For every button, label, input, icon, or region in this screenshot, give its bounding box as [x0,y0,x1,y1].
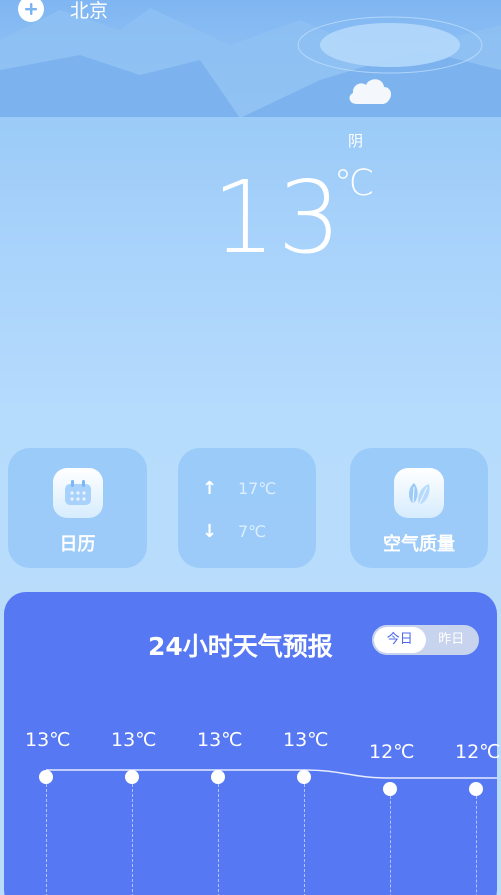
hourly-temp: 12℃ [369,741,415,763]
temperature-unit: ℃ [334,163,375,204]
leaf-icon [394,468,444,518]
weather-condition: 阴 [348,132,364,150]
add-city-button[interactable] [18,0,44,22]
current-temperature: 13 [212,159,344,276]
hourly-point [39,770,53,784]
air-quality-label: 空气质量 [383,534,455,555]
hourly-point [297,770,311,784]
hourly-temp: 13℃ [197,729,243,751]
hourly-temp: 13℃ [283,729,329,751]
app-header: 北京 [18,0,108,26]
city-name[interactable]: 北京 [70,0,108,23]
hourly-guide-line [390,796,391,895]
arrow-down-icon: ↓ [202,521,218,542]
hourly-guide-line [304,784,305,895]
hourly-guide-line [476,796,477,895]
high-temp-row: ↑ 17℃ [202,478,276,499]
plus-icon [25,3,37,15]
high-temp: 17℃ [238,479,277,498]
hourly-forecast-panel: 24小时天气预报 今日 昨日 13℃ 13℃ 13℃ 13℃ 12℃ 12℃ [4,592,501,895]
cloud-icon [345,72,393,106]
low-temp-row: ↓ 7℃ [202,521,266,542]
calendar-card[interactable]: 日历 [8,448,147,568]
hourly-point [383,782,397,796]
hourly-temp: 13℃ [25,729,71,751]
quick-cards: 日历 ↑ 17℃ ↓ 7℃ 空气质量 [0,448,501,568]
hourly-temp: 13℃ [111,729,157,751]
hourly-temp: 12℃ [455,741,501,763]
temperature-range-card: ↑ 17℃ ↓ 7℃ [178,448,316,568]
calendar-label: 日历 [59,534,96,555]
hourly-guide-line [46,784,47,895]
hourly-guide-line [218,784,219,895]
hourly-point [469,782,483,796]
hourly-point [211,770,225,784]
air-quality-card[interactable]: 空气质量 [350,448,488,568]
hourly-point [125,770,139,784]
hourly-list: 13℃ 13℃ 13℃ 13℃ 12℃ 12℃ [4,592,501,895]
calendar-icon [52,468,103,518]
low-temp: 7℃ [238,522,267,541]
arrow-up-icon: ↑ [202,478,218,499]
hourly-guide-line [132,784,133,895]
